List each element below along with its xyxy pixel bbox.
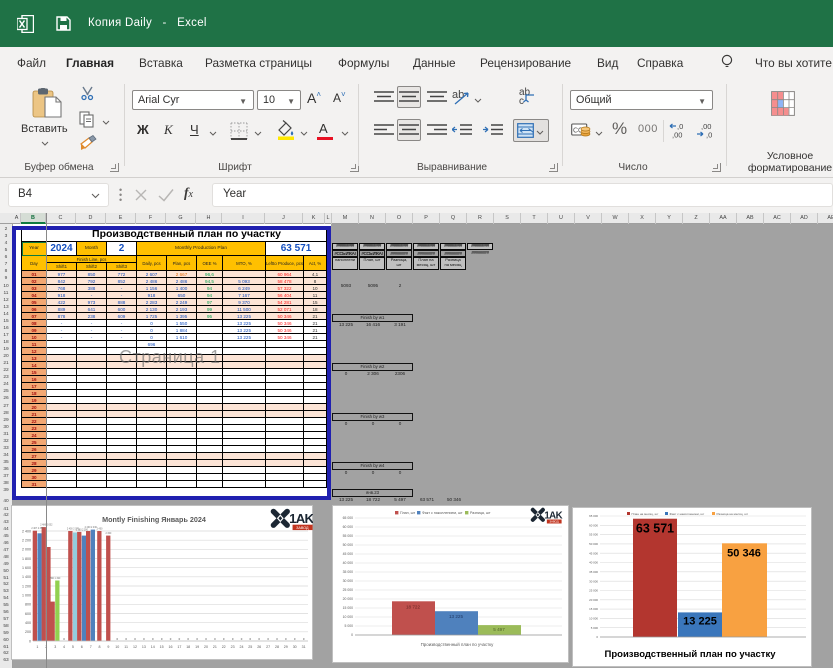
svg-text:15 000: 15 000 [589, 607, 598, 611]
svg-text:17: 17 [177, 645, 181, 649]
svg-text:20 000: 20 000 [589, 598, 598, 602]
svg-text:21: 21 [213, 645, 217, 649]
svg-text:45 000: 45 000 [589, 551, 598, 555]
svg-text:2 407 2 350: 2 407 2 350 [31, 528, 44, 530]
svg-text:23: 23 [231, 645, 235, 649]
svg-text:1 600: 1 600 [22, 566, 31, 570]
svg-text:30 000: 30 000 [589, 579, 598, 583]
svg-text:29: 29 [284, 645, 288, 649]
svg-text:15: 15 [160, 645, 164, 649]
svg-text:Разница на месяц, шт: Разница на месяц, шт [717, 512, 749, 516]
svg-text:25: 25 [248, 645, 252, 649]
svg-text:55 000: 55 000 [589, 533, 598, 537]
svg-text:45 000: 45 000 [343, 552, 353, 556]
svg-text:65 000: 65 000 [343, 516, 353, 520]
svg-text:2 400: 2 400 [97, 529, 103, 531]
svg-text:50 346: 50 346 [727, 547, 761, 559]
svg-text:15 000: 15 000 [343, 606, 353, 610]
svg-text:1AK: 1AK [289, 511, 313, 526]
svg-text:35 000: 35 000 [343, 570, 353, 574]
svg-text:0: 0 [351, 633, 353, 637]
svg-text:1: 1 [36, 645, 38, 649]
svg-text:400: 400 [25, 621, 31, 625]
svg-text:5 497: 5 497 [493, 627, 505, 632]
svg-text:Факт с наколлением, шт: Факт с наколлением, шт [422, 511, 463, 515]
svg-text:4: 4 [63, 645, 65, 649]
svg-text:Производственный план по участ: Производственный план по участку [605, 649, 777, 660]
svg-text:13 225: 13 225 [449, 614, 463, 619]
svg-text:0: 0 [29, 639, 31, 643]
svg-text:1 000: 1 000 [22, 594, 31, 598]
svg-text:10 000: 10 000 [343, 615, 353, 619]
svg-text:ab: ab [452, 89, 464, 101]
svg-text:50 000: 50 000 [343, 543, 353, 547]
svg-text:55 000: 55 000 [343, 534, 353, 538]
svg-text:20 000: 20 000 [343, 597, 353, 601]
svg-text:,0: ,0 [706, 131, 712, 140]
svg-text:28: 28 [275, 645, 279, 649]
svg-text:14: 14 [151, 645, 155, 649]
svg-text:10: 10 [115, 645, 119, 649]
svg-text:60 000: 60 000 [589, 523, 598, 527]
svg-text:50 000: 50 000 [589, 542, 598, 546]
svg-text:1 200: 1 200 [22, 584, 31, 588]
svg-text:3: 3 [54, 645, 56, 649]
svg-text:22: 22 [222, 645, 226, 649]
svg-text:5 000: 5 000 [345, 624, 354, 628]
svg-text:24: 24 [240, 645, 244, 649]
svg-text:Montly Finishing Январь 2024: Montly Finishing Январь 2024 [102, 515, 206, 524]
svg-text:План, шт: План, шт [400, 511, 416, 515]
svg-text:600: 600 [25, 612, 31, 616]
svg-text:800: 800 [25, 603, 31, 607]
svg-text:30 000: 30 000 [343, 579, 353, 583]
svg-text:1 800: 1 800 [22, 557, 31, 561]
svg-text:,00: ,00 [672, 131, 682, 140]
svg-text:8: 8 [99, 645, 101, 649]
svg-text:60 000: 60 000 [343, 525, 353, 529]
svg-text:11: 11 [124, 645, 128, 649]
svg-text:16: 16 [169, 645, 173, 649]
svg-text:2 200: 2 200 [22, 539, 31, 543]
svg-text:2 380 2 300: 2 380 2 300 [76, 529, 89, 531]
svg-text:30: 30 [293, 645, 297, 649]
svg-text:5: 5 [72, 645, 74, 649]
svg-text:2 400: 2 400 [22, 529, 31, 533]
svg-text:860 1 320: 860 1 320 [50, 578, 61, 580]
svg-text:27: 27 [266, 645, 270, 649]
svg-text:25 000: 25 000 [343, 588, 353, 592]
svg-text:18: 18 [186, 645, 190, 649]
svg-text:40 000: 40 000 [343, 561, 353, 565]
svg-text:7: 7 [90, 645, 92, 649]
svg-text:ЗАВОД: ЗАВОД [296, 526, 309, 530]
svg-text:5 000: 5 000 [591, 626, 599, 630]
svg-text:6: 6 [81, 645, 83, 649]
svg-text:18 722: 18 722 [406, 604, 420, 609]
svg-text:Производственный план по участ: Производственный план по участку [421, 642, 494, 647]
svg-text:20: 20 [204, 645, 208, 649]
svg-text:26: 26 [257, 645, 261, 649]
svg-text:25 000: 25 000 [589, 589, 598, 593]
svg-text:40 000: 40 000 [589, 561, 598, 565]
svg-text:9: 9 [107, 645, 109, 649]
svg-text:13 225: 13 225 [683, 615, 717, 627]
svg-text:31: 31 [302, 645, 306, 649]
svg-text:200: 200 [25, 630, 31, 634]
svg-text:2 300: 2 300 [106, 533, 112, 535]
svg-text:1 400: 1 400 [22, 575, 31, 579]
svg-text:ЗАВОД: ЗАВОД [550, 520, 559, 524]
svg-text:65 000: 65 000 [589, 514, 598, 518]
svg-text:2 400 2 430: 2 400 2 430 [85, 527, 98, 529]
svg-text:2 000: 2 000 [22, 548, 31, 552]
svg-text:Факт с наколлением, шт: Факт с наколлением, шт [670, 512, 705, 516]
svg-text:35 000: 35 000 [589, 570, 598, 574]
svg-text:63 571: 63 571 [636, 522, 674, 536]
svg-text:10 000: 10 000 [589, 617, 598, 621]
svg-text:План на месяц, шт: План на месяц, шт [632, 512, 660, 516]
svg-text:12: 12 [133, 645, 137, 649]
svg-text:Разница, шт: Разница, шт [470, 511, 491, 515]
svg-text:13: 13 [142, 645, 146, 649]
svg-text:19: 19 [195, 645, 199, 649]
